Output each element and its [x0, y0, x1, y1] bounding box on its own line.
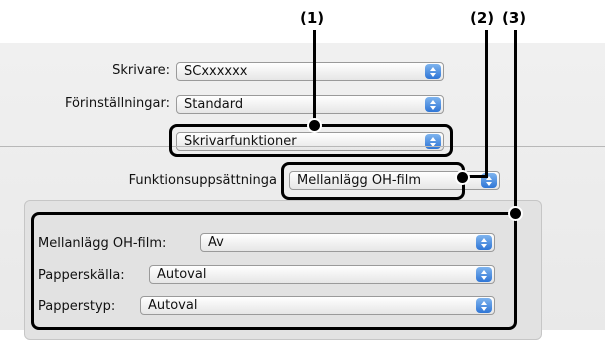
callout-2: (2)	[470, 9, 495, 27]
callout-3-dot	[508, 206, 523, 221]
callout-1-leader	[313, 30, 316, 124]
callout-1: (1)	[300, 9, 325, 27]
callout-2-dot	[455, 170, 470, 185]
callout-2-leader	[485, 30, 488, 177]
callout-3: (3)	[502, 9, 527, 27]
callout-2-box	[281, 162, 465, 200]
featureset-label: Funktionsuppsättninga	[128, 173, 277, 188]
callout-3-box	[31, 212, 517, 330]
presets-popup[interactable]: Standard	[176, 95, 444, 114]
presets-label: Förinställningar:	[64, 96, 170, 111]
callout-3-leader	[514, 30, 517, 210]
presets-value: Standard	[184, 97, 244, 112]
printer-popup[interactable]: SCxxxxxx	[176, 62, 444, 81]
chevron-updown-icon	[425, 97, 441, 112]
printer-label: Skrivare:	[112, 63, 170, 78]
chevron-updown-icon	[425, 64, 441, 79]
callout-1-dot	[307, 118, 322, 133]
printer-value: SCxxxxxx	[184, 64, 248, 79]
